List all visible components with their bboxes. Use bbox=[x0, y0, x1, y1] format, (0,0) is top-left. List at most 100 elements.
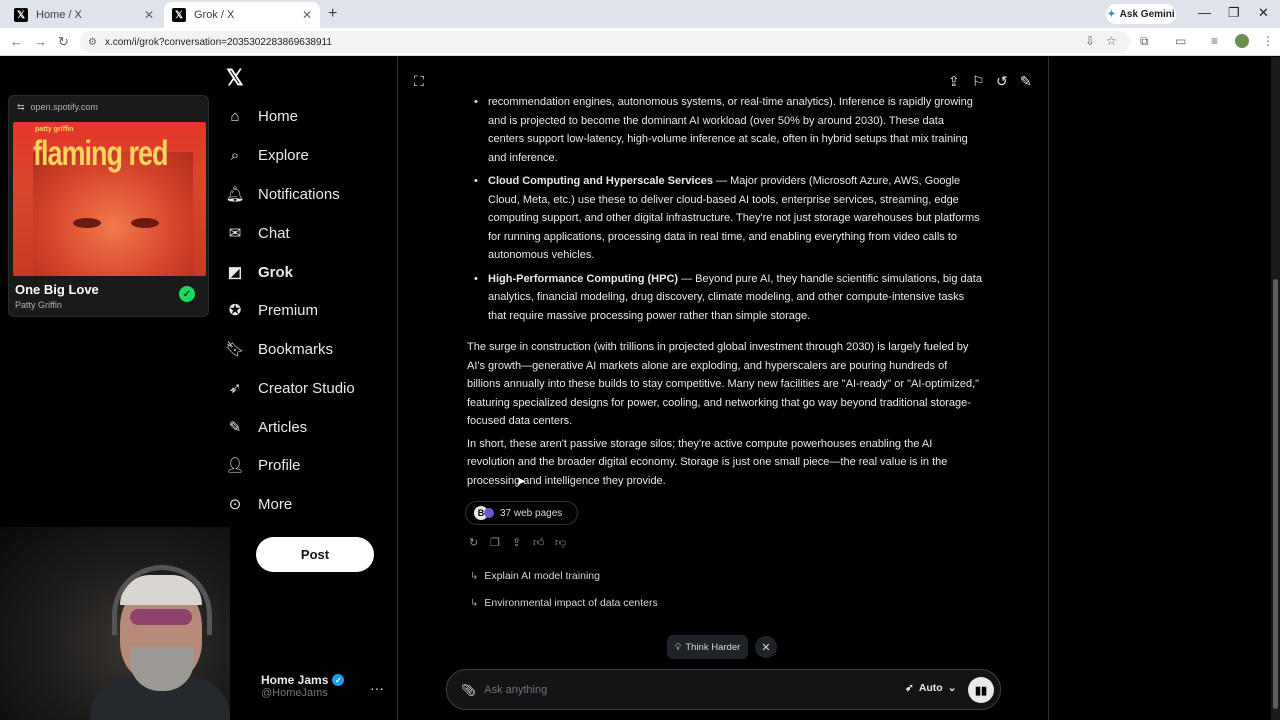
album-title-text: flaming red bbox=[33, 134, 169, 173]
think-harder-label: Think Harder bbox=[685, 641, 741, 653]
song-title: One Big Love bbox=[15, 282, 99, 297]
ask-input[interactable] bbox=[484, 683, 885, 696]
think-harder-button[interactable]: 💡︎ Think Harder bbox=[667, 635, 748, 659]
column-divider bbox=[397, 57, 398, 720]
tab-title: Home / X bbox=[36, 9, 82, 21]
sidebar-item-profile[interactable]: 👤︎ Profile bbox=[225, 450, 300, 480]
menu-kebab-icon[interactable]: ⋮ bbox=[1262, 34, 1274, 48]
sidebar-item-label: Bookmarks bbox=[258, 340, 334, 358]
x-logo-icon[interactable]: 𝕏 bbox=[226, 65, 244, 91]
history-icon[interactable]: ↺ bbox=[996, 73, 1008, 90]
suggestion-label: Environmental impact of data centers bbox=[484, 597, 658, 609]
extensions-icon[interactable]: ⧉ bbox=[1140, 34, 1149, 49]
response-text-partial: recommendation engines, autonomous syste… bbox=[467, 93, 982, 167]
forward-icon[interactable]: → bbox=[34, 34, 47, 49]
sidebar-item-label: Explore bbox=[258, 146, 309, 164]
thumbs-up-icon[interactable]: 👍︎ bbox=[533, 536, 545, 549]
suggestion-arrow-icon: ↳ bbox=[470, 570, 479, 582]
suggestion-item[interactable]: ↳ Explain AI model training bbox=[470, 570, 600, 582]
ask-gemini-button[interactable]: ✦ Ask Gemini bbox=[1106, 4, 1176, 24]
close-icon[interactable]: ✕ bbox=[755, 636, 777, 658]
profile-avatar-icon[interactable] bbox=[1235, 34, 1249, 48]
rocket-icon: ➶ bbox=[228, 380, 242, 397]
spotify-mini-player[interactable]: ⇆ open.spotify.com patty griffin flaming… bbox=[8, 95, 209, 317]
mode-selector[interactable]: ➶ Auto ⌄ bbox=[905, 682, 957, 694]
sidebar-item-notifications[interactable]: 🔔︎ Notifications bbox=[225, 179, 339, 209]
close-tab-icon[interactable]: ✕ bbox=[302, 8, 312, 22]
regenerate-icon[interactable]: ↻ bbox=[469, 536, 478, 549]
lightbulb-icon: 💡︎ bbox=[674, 641, 682, 653]
share-icon[interactable]: ⇪ bbox=[512, 536, 521, 549]
address-bar[interactable]: ⚙ x.com/i/grok?conversation=203530228386… bbox=[80, 31, 1130, 53]
album-art-eye bbox=[131, 218, 159, 228]
gemini-icon: ✦ bbox=[1107, 8, 1116, 20]
pip-icon: ⇆ bbox=[17, 102, 25, 112]
person-icon: 👤︎ bbox=[225, 457, 245, 474]
sidebar-item-creator-studio[interactable]: ➶ Creator Studio bbox=[226, 373, 355, 403]
sources-button[interactable]: B 37 web pages bbox=[465, 501, 578, 525]
install-app-icon[interactable]: ⇩ bbox=[1085, 34, 1095, 48]
sidebar-item-chat[interactable]: ✉ Chat bbox=[226, 218, 290, 248]
sidebar-item-label: Premium bbox=[258, 301, 319, 319]
close-tab-icon[interactable]: ✕ bbox=[144, 8, 154, 22]
sidebar-item-home[interactable]: ⌂ Home bbox=[226, 101, 298, 131]
site-info-icon[interactable]: ⚙ bbox=[88, 37, 97, 48]
browser-tab-grok[interactable]: 𝕏 Grok / X ✕ bbox=[164, 2, 320, 28]
scrollbar-thumb[interactable] bbox=[1273, 279, 1278, 709]
browser-tab-home[interactable]: 𝕏 Home / X ✕ bbox=[6, 2, 162, 28]
sidebar-item-label: Articles bbox=[258, 418, 308, 436]
sidebar-item-more[interactable]: ⊙ More bbox=[226, 489, 292, 519]
suggestion-arrow-icon: ↳ bbox=[470, 597, 479, 609]
sidebar-item-explore[interactable]: ⌕ Explore bbox=[226, 140, 309, 170]
sidebar-item-grok[interactable]: ◩ Grok bbox=[226, 257, 293, 287]
account-switcher[interactable]: Home Jams ✓ @HomeJams bbox=[261, 673, 345, 699]
sidebar-item-articles[interactable]: ✎ Articles bbox=[226, 412, 307, 442]
voice-mode-button[interactable]: ▮▮ bbox=[968, 677, 994, 703]
cast-icon[interactable]: ▭ bbox=[1175, 34, 1186, 48]
back-icon[interactable]: ← bbox=[10, 34, 23, 49]
browser-tab-strip: 𝕏 Home / X ✕ 𝕏 Grok / X ✕ + ✦ Ask Gemini… bbox=[0, 0, 1280, 28]
song-artist: Patty Griffin bbox=[15, 300, 62, 310]
expand-icon[interactable]: ⛶ bbox=[414, 73, 424, 90]
sidebar-item-premium[interactable]: ✪ Premium bbox=[226, 295, 318, 325]
article-icon: ✎ bbox=[228, 419, 242, 436]
restore-icon[interactable]: ❐ bbox=[1228, 5, 1240, 21]
bookmark-star-icon[interactable]: ☆ bbox=[1106, 34, 1117, 48]
account-more-icon[interactable]: ··· bbox=[370, 680, 384, 696]
scrollbar[interactable] bbox=[1271, 57, 1280, 720]
more-circle-icon: ⊙ bbox=[228, 496, 242, 513]
suggestion-item[interactable]: ↳ Environmental impact of data centers bbox=[470, 597, 658, 609]
thumbs-down-icon[interactable]: 👎︎ bbox=[555, 536, 566, 549]
close-window-icon[interactable]: ✕ bbox=[1258, 5, 1269, 21]
mail-icon: ✉ bbox=[228, 225, 242, 242]
saved-check-icon[interactable]: ✓ bbox=[179, 286, 195, 302]
x-logo-icon: 𝕏 bbox=[172, 8, 186, 22]
ask-gemini-label: Ask Gemini bbox=[1119, 8, 1175, 20]
copy-icon[interactable]: ❐ bbox=[490, 536, 500, 549]
home-icon: ⌂ bbox=[230, 107, 240, 125]
media-icon[interactable]: ≡ bbox=[1211, 34, 1218, 48]
sidebar-item-bookmarks[interactable]: 🔖︎ Bookmarks bbox=[225, 334, 334, 364]
webcam-headset bbox=[112, 565, 212, 635]
ask-composer: 📎︎ ➶ Auto ⌄ ▮▮ bbox=[446, 669, 1001, 710]
source-favicon-icon bbox=[484, 508, 494, 518]
share-icon[interactable]: ⇪ bbox=[948, 73, 960, 90]
minimize-icon[interactable]: — bbox=[1198, 5, 1211, 20]
new-chat-icon[interactable]: ✎ bbox=[1020, 73, 1032, 90]
url-text: x.com/i/grok?conversation=20353022838696… bbox=[104, 36, 332, 48]
column-divider bbox=[1048, 57, 1049, 720]
new-tab-button[interactable]: + bbox=[328, 5, 337, 23]
mouse-cursor-icon: ➤ bbox=[516, 474, 527, 488]
bell-icon: 🔔︎ bbox=[225, 186, 245, 203]
browser-toolbar: ← → ↻ ⚙ x.com/i/grok?conversation=203530… bbox=[0, 28, 1280, 56]
verified-badge-icon: ✓ bbox=[332, 674, 345, 686]
attach-icon[interactable]: 📎︎ bbox=[461, 683, 476, 697]
bullet-heading: Cloud Computing and Hyperscale Services bbox=[488, 175, 713, 187]
response-paragraph: In short, these aren't passive storage s… bbox=[467, 437, 948, 487]
post-button[interactable]: Post bbox=[256, 537, 374, 572]
chevron-down-icon: ⌄ bbox=[947, 682, 957, 694]
bookmark-icon[interactable]: ⚐ bbox=[972, 73, 985, 90]
bookmark-icon: 🔖︎ bbox=[225, 341, 245, 358]
album-artist-text: patty griffin bbox=[35, 126, 74, 133]
reload-icon[interactable]: ↻ bbox=[58, 34, 69, 50]
